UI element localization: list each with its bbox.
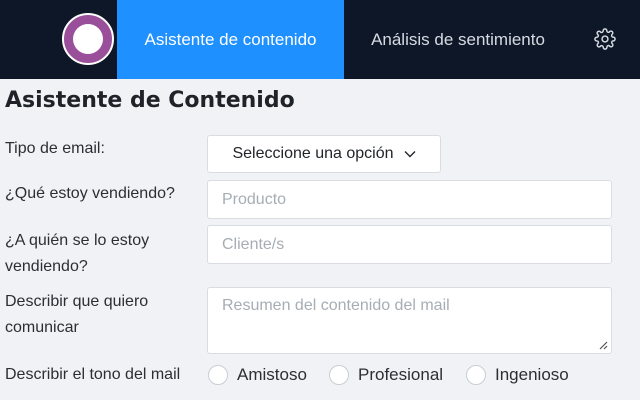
tab-label: Asistente de contenido: [144, 29, 317, 49]
client-label: ¿A quién se lo estoy vendiendo?: [5, 232, 150, 275]
product-input[interactable]: [207, 180, 612, 219]
tone-label: Describir el tono del mail: [5, 366, 181, 383]
email-type-select[interactable]: Seleccione una opción: [207, 135, 441, 173]
chevron-down-icon: [404, 151, 415, 158]
radio-label-amistoso[interactable]: Amistoso: [237, 362, 307, 388]
radio-ingenioso[interactable]: [466, 365, 486, 385]
product-label: ¿Qué estoy vendiendo?: [5, 185, 175, 202]
email-type-label: Tipo de email:: [5, 140, 105, 157]
tab-label: Análisis de sentimiento: [371, 29, 545, 49]
radio-amistoso[interactable]: [208, 365, 228, 385]
radio-profesional[interactable]: [329, 365, 349, 385]
email-type-selected: Seleccione una opción: [232, 145, 394, 162]
top-navbar: Asistente de contenido Análisis de senti…: [0, 0, 640, 79]
client-input[interactable]: [207, 225, 612, 264]
gear-icon[interactable]: [594, 28, 616, 50]
logo-inner-circle: [73, 24, 103, 54]
summary-textarea[interactable]: [207, 287, 612, 354]
radio-label-ingenioso[interactable]: Ingenioso: [495, 362, 569, 388]
tab-asistente-de-contenido[interactable]: Asistente de contenido: [117, 0, 344, 79]
summary-label: Describir que quiero comunicar: [5, 293, 149, 336]
app-logo[interactable]: [62, 13, 114, 65]
tab-analisis-de-sentimiento[interactable]: Análisis de sentimiento: [344, 0, 572, 79]
resize-grip-icon[interactable]: [598, 340, 608, 350]
page-title: Asistente de Contenido: [5, 88, 295, 113]
radio-label-profesional[interactable]: Profesional: [358, 362, 443, 388]
